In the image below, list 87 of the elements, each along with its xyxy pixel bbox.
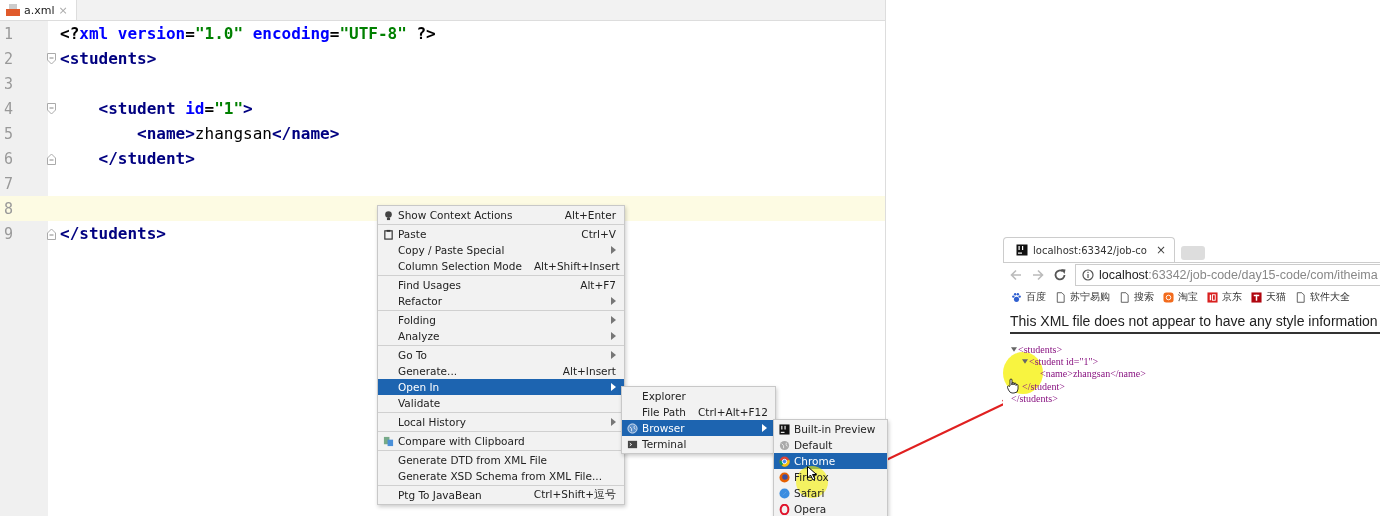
menu-item[interactable]: Generate DTD from XML File	[378, 452, 624, 468]
code-line: <student id="1">	[97, 99, 253, 118]
menu-item[interactable]: Show Context Actions Alt+Enter	[378, 207, 624, 223]
collapse-triangle-icon[interactable]	[1011, 346, 1017, 352]
ide-logo-icon	[1016, 244, 1028, 256]
compare-icon	[382, 435, 394, 447]
globe-icon	[778, 439, 790, 451]
menu-item[interactable]: Column Selection Mode Alt+Shift+Insert	[378, 258, 624, 274]
page-icon	[1295, 291, 1306, 303]
clipboard-icon	[382, 228, 394, 240]
xml-tag-text: </students>	[1011, 392, 1058, 404]
line-number: 9	[3, 224, 14, 243]
line-number: 3	[3, 74, 14, 93]
back-icon[interactable]	[1009, 268, 1023, 282]
page-icon	[1119, 291, 1130, 303]
fold-marker-icon[interactable]	[47, 152, 56, 165]
line-number: 8	[3, 199, 14, 218]
code-line: <students>	[60, 49, 157, 68]
bookmark-logo-icon	[1251, 291, 1262, 303]
code-line: <?xml version="1.0" encoding="UTF-8" ?>	[60, 24, 436, 43]
code-line: </student>	[97, 149, 195, 168]
line-number: 4	[3, 99, 14, 118]
menu-item[interactable]: Open In	[378, 379, 624, 395]
menu-item[interactable]: Browser	[622, 420, 775, 436]
menu-item[interactable]: Opera	[774, 501, 887, 516]
compass-icon	[778, 487, 790, 499]
bookmark[interactable]: 天猫	[1251, 290, 1286, 304]
menu-item[interactable]: Copy / Paste Special	[378, 242, 624, 258]
forward-icon[interactable]	[1031, 268, 1045, 282]
collapse-triangle-icon[interactable]	[1022, 358, 1028, 364]
bookmark-logo-icon	[1163, 291, 1174, 303]
line-number: 5	[3, 124, 14, 143]
fold-marker-icon[interactable]	[47, 227, 56, 240]
xml-notice: This XML file does not appear to have any style information	[1009, 313, 1379, 329]
lightbulb-icon	[382, 209, 394, 221]
bookmark[interactable]: 淘宝	[1163, 290, 1198, 304]
hand-cursor-icon	[1007, 378, 1019, 394]
menu-item[interactable]: Analyze	[378, 328, 624, 344]
address-bar[interactable]: localhost:63342/job-code/day15-code/com/itheima	[1075, 264, 1380, 286]
xml-file-icon	[6, 4, 20, 16]
browser-tab[interactable]: localhost:63342/job-co ×	[1003, 237, 1175, 262]
firefox-icon	[778, 471, 790, 483]
menu-item[interactable]: Paste Ctrl+V	[378, 226, 624, 242]
xml-tag-text: <students>	[1018, 343, 1063, 355]
ide-logo-icon	[778, 423, 790, 435]
menu-item[interactable]: Compare with Clipboard	[378, 433, 624, 449]
fold-marker-icon[interactable]	[47, 52, 56, 65]
code-line: <name>zhangsan</name>	[136, 124, 340, 143]
menu-item[interactable]: Folding	[378, 312, 624, 328]
line-number: 2	[3, 49, 14, 68]
menu-item[interactable]: Built-in Preview	[774, 421, 887, 437]
bookmark[interactable]: 苏宁易购	[1055, 290, 1110, 304]
menu-item[interactable]: Refactor	[378, 293, 624, 309]
menu-item[interactable]: File Path Ctrl+Alt+F12	[622, 404, 775, 420]
file-tab[interactable]: a.xml ×	[0, 0, 77, 20]
chrome-icon	[778, 455, 790, 467]
line-number: 1	[3, 24, 14, 43]
menu-item[interactable]: Ptg To JavaBean Ctrl+Shift+逗号	[378, 487, 624, 503]
menu-item[interactable]: Generate... Alt+Insert	[378, 363, 624, 379]
menu-item[interactable]: Default	[774, 437, 887, 453]
bookmark[interactable]: 搜索	[1119, 290, 1154, 304]
ring-icon	[778, 503, 790, 515]
line-number: 6	[3, 149, 14, 168]
close-tab-icon[interactable]: ×	[1155, 243, 1166, 257]
page-icon	[1055, 291, 1066, 303]
bookmark[interactable]: 软件大全	[1295, 290, 1350, 304]
url-text: localhost:63342/job-code/day15-code/com/itheima	[1099, 268, 1378, 282]
info-icon	[1082, 269, 1094, 281]
new-tab-button[interactable]	[1180, 246, 1205, 260]
bookmark[interactable]: 京东	[1207, 290, 1242, 304]
bookmark[interactable]: 百度	[1011, 290, 1046, 304]
paw-icon	[1011, 291, 1022, 303]
menu-item[interactable]: Go To	[378, 347, 624, 363]
menu-item[interactable]: Terminal	[622, 436, 775, 452]
globe-icon	[626, 422, 638, 434]
terminal-icon	[626, 438, 638, 450]
menu-item[interactable]: Validate	[378, 395, 624, 411]
line-number: 7	[3, 174, 14, 193]
menu-item[interactable]: Find Usages Alt+F7	[378, 277, 624, 293]
menu-item[interactable]: Local History	[378, 414, 624, 430]
bookmark-logo-icon	[1207, 291, 1218, 303]
code-line: </students>	[60, 224, 166, 243]
menu-item[interactable]: Chrome	[774, 453, 887, 469]
reload-icon[interactable]	[1053, 268, 1067, 282]
menu-item[interactable]: Explorer	[622, 388, 775, 404]
fold-marker-icon[interactable]	[47, 102, 56, 115]
menu-item[interactable]: Generate XSD Schema from XML File...	[378, 468, 624, 484]
